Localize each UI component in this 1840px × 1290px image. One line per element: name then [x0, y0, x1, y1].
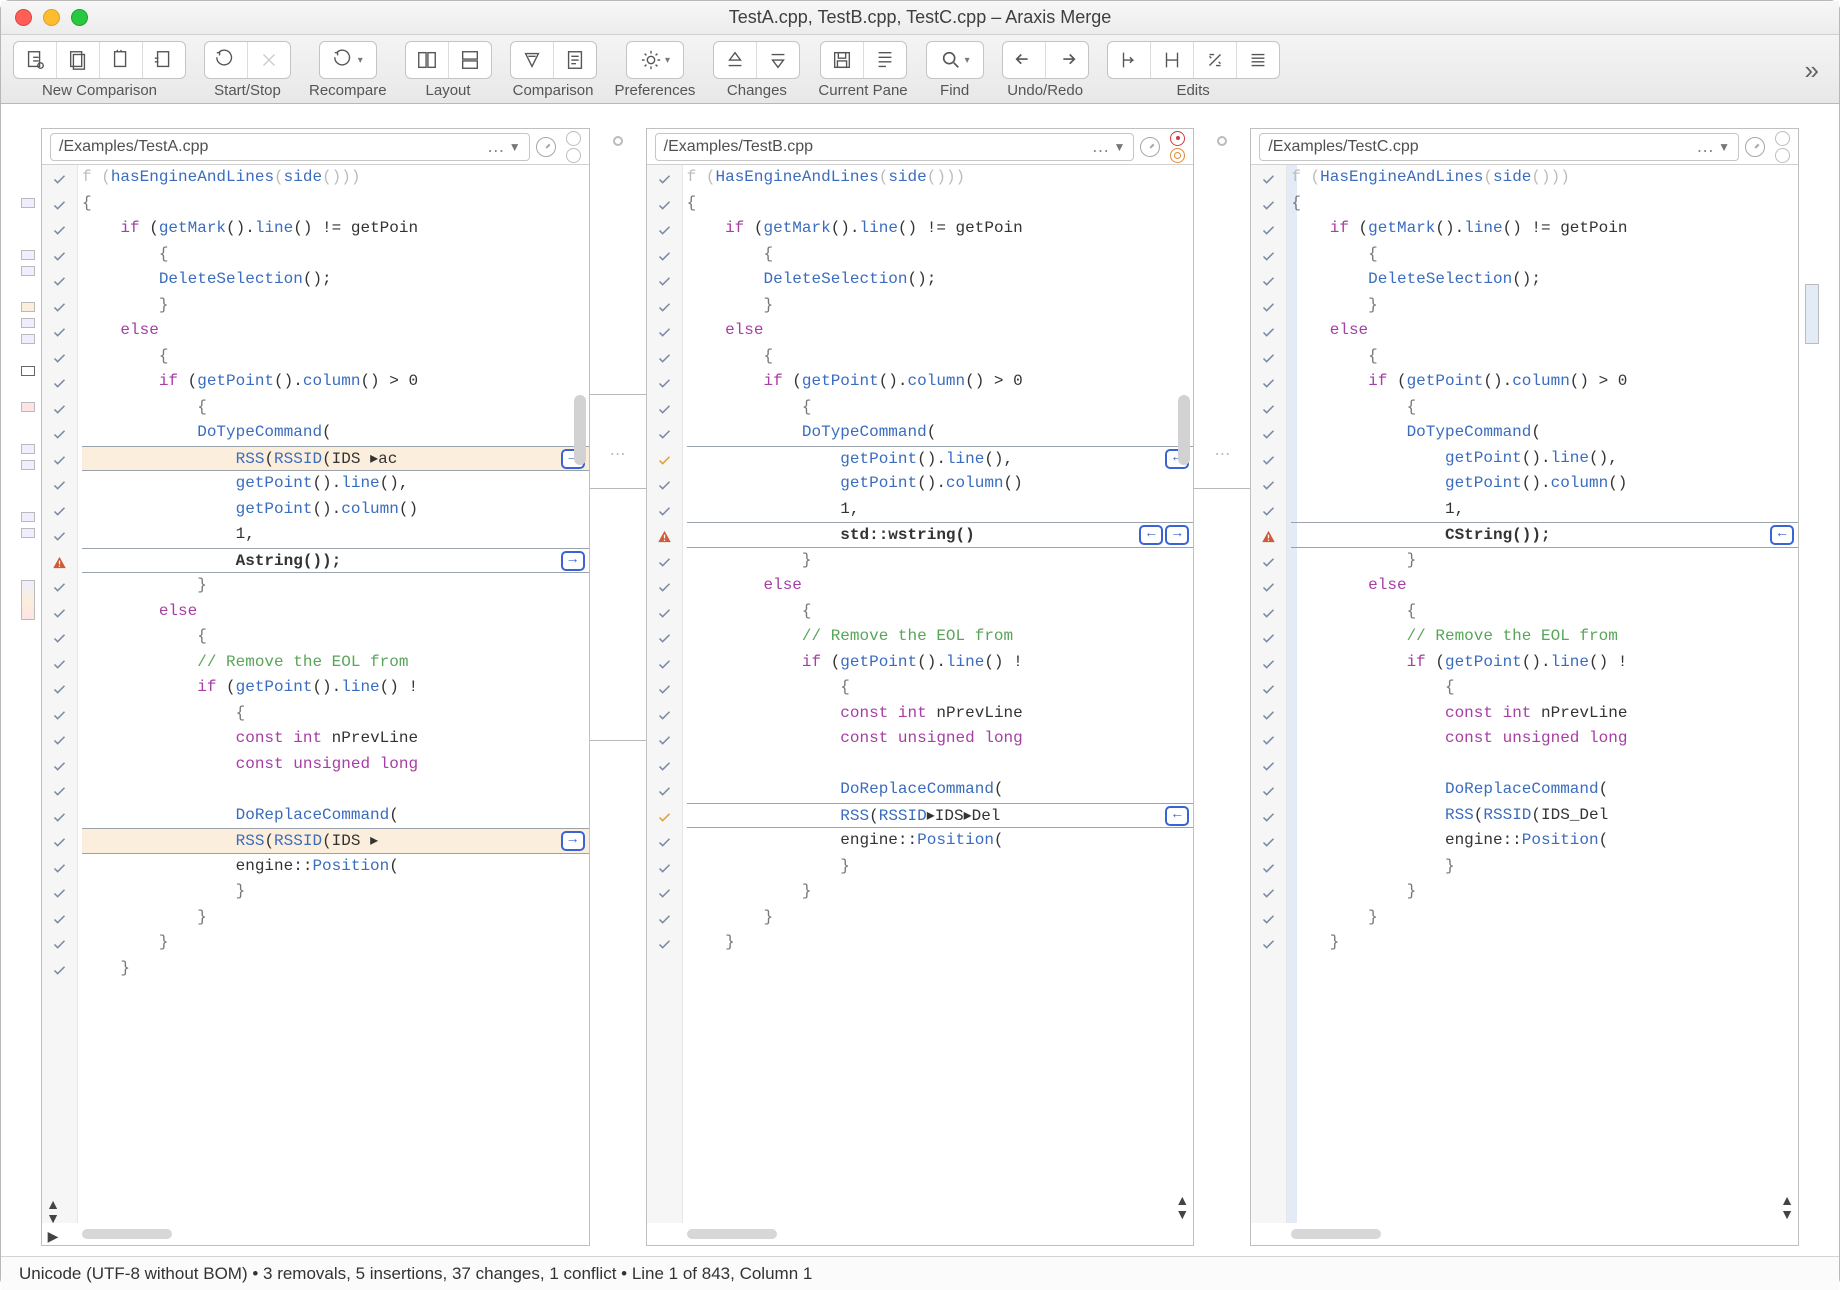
edits-3-button[interactable]: [1194, 42, 1237, 78]
history-icon[interactable]: [536, 137, 556, 157]
undo-button[interactable]: [1003, 42, 1046, 78]
link-dot-icon[interactable]: [1217, 136, 1227, 146]
ellipsis-icon[interactable]: …: [1087, 136, 1113, 157]
window-controls: [15, 9, 88, 26]
marker-empty-icon[interactable]: [1775, 131, 1790, 146]
pane-c-path-field[interactable]: /Examples/TestC.cpp … ▼: [1259, 133, 1739, 161]
prev-change-button[interactable]: [714, 42, 757, 78]
new-file-comparison-button[interactable]: [14, 42, 57, 78]
start-button[interactable]: [205, 42, 248, 78]
toolbar-overflow-icon[interactable]: »: [1805, 55, 1827, 86]
ellipsis-icon[interactable]: …: [483, 136, 509, 157]
title-bar: TestA.cpp, TestB.cpp, TestC.cpp – Araxis…: [1, 1, 1839, 35]
pane-b-editor[interactable]: f (HasEngineAndLines(side())){ if (getMa…: [647, 165, 1194, 1223]
marker-orange-icon[interactable]: [1170, 148, 1185, 163]
status-bar: Unicode (UTF-8 without BOM) • 3 removals…: [1, 1256, 1839, 1290]
left-overview-strip[interactable]: [15, 128, 41, 1246]
toolbar: New Comparison Start/Stop ▾ Recompare La…: [1, 35, 1839, 104]
pane-a-editor[interactable]: f (hasEngineAndLines(side())){ if (getMa…: [42, 165, 589, 1223]
marker-empty-icon[interactable]: [566, 131, 581, 146]
ellipsis-icon: ⋯: [1214, 444, 1230, 464]
pane-c: /Examples/TestC.cpp … ▼ f (HasEngineAndL…: [1250, 128, 1799, 1246]
pane-b: /Examples/TestB.cpp … ▼ f (HasEngineAndL…: [646, 128, 1195, 1246]
toolbar-label: Find: [940, 82, 969, 99]
pane-b-path-text: /Examples/TestB.cpp: [664, 138, 813, 156]
toolbar-label: Undo/Redo: [1007, 82, 1083, 99]
link-strip-ab: ⋯: [590, 128, 646, 1246]
new-text-comparison-button[interactable]: [143, 42, 185, 78]
pane-a-path-field[interactable]: /Examples/TestA.cpp … ▼: [50, 133, 530, 161]
pane-b-path-field[interactable]: /Examples/TestB.cpp … ▼: [655, 133, 1135, 161]
pane-c-path-text: /Examples/TestC.cpp: [1268, 138, 1418, 156]
horizontal-scrollbar[interactable]: [82, 1229, 172, 1239]
preferences-button[interactable]: ▾: [627, 42, 683, 78]
minimize-window-icon[interactable]: [43, 9, 60, 26]
comparison-summary-button[interactable]: [511, 42, 554, 78]
chevron-down-icon[interactable]: ▼: [1718, 140, 1730, 154]
ellipsis-icon: ⋯: [610, 444, 626, 464]
toolbar-label: Recompare: [309, 82, 387, 99]
toolbar-label: Preferences: [615, 82, 696, 99]
edits-1-button[interactable]: [1108, 42, 1151, 78]
pane-a-path-text: /Examples/TestA.cpp: [59, 138, 208, 156]
scroll-up-icon[interactable]: ▲: [46, 1197, 60, 1211]
horizontal-scrollbar[interactable]: [687, 1229, 777, 1239]
pane-a: /Examples/TestA.cpp … ▼ f (hasEngineAndL…: [41, 128, 590, 1246]
workspace: /Examples/TestA.cpp … ▼ f (hasEngineAndL…: [1, 104, 1839, 1256]
history-icon[interactable]: [1140, 137, 1160, 157]
horizontal-scrollbar[interactable]: [1291, 1229, 1381, 1239]
save-button[interactable]: [821, 42, 864, 78]
comparison-report-button[interactable]: [554, 42, 596, 78]
layout-horizontal-button[interactable]: [406, 42, 449, 78]
edit-button[interactable]: [864, 42, 906, 78]
stop-button[interactable]: [248, 42, 290, 78]
toolbar-label: Start/Stop: [214, 82, 281, 99]
pane-c-editor[interactable]: f (HasEngineAndLines(side())){ if (getMa…: [1251, 165, 1798, 1223]
history-icon[interactable]: [1745, 137, 1765, 157]
right-overview-strip[interactable]: [1799, 128, 1825, 1246]
ellipsis-icon[interactable]: …: [1692, 136, 1718, 157]
marker-empty-icon[interactable]: [566, 148, 581, 163]
pane-c-gutter: [1251, 165, 1287, 1223]
status-text: Unicode (UTF-8 without BOM) • 3 removals…: [19, 1264, 812, 1284]
layout-vertical-button[interactable]: [449, 42, 491, 78]
close-window-icon[interactable]: [15, 9, 32, 26]
new-3way-comparison-button[interactable]: [100, 42, 143, 78]
next-change-button[interactable]: [757, 42, 799, 78]
marker-red-icon[interactable]: [1170, 131, 1185, 146]
toolbar-label: Comparison: [513, 82, 594, 99]
recompare-button[interactable]: ▾: [320, 42, 376, 78]
toolbar-group-new-comparison: New Comparison: [13, 41, 186, 99]
chevron-down-icon[interactable]: ▼: [509, 140, 521, 154]
find-button[interactable]: ▾: [927, 42, 983, 78]
toolbar-label: Layout: [426, 82, 471, 99]
scroll-down-icon[interactable]: ▼: [46, 1211, 60, 1225]
play-icon[interactable]: ▶: [48, 1229, 59, 1243]
merge-left-button[interactable]: ←: [1139, 525, 1163, 545]
toolbar-label: Current Pane: [818, 82, 907, 99]
scroll-down-icon[interactable]: ▼: [1780, 1207, 1794, 1221]
toolbar-label: New Comparison: [42, 82, 157, 99]
link-strip-bc: ⋯: [1194, 128, 1250, 1246]
edits-4-button[interactable]: [1237, 42, 1279, 78]
marker-empty-icon[interactable]: [1775, 148, 1790, 163]
redo-button[interactable]: [1046, 42, 1088, 78]
zoom-window-icon[interactable]: [71, 9, 88, 26]
chevron-down-icon[interactable]: ▼: [1113, 140, 1125, 154]
toolbar-label: Changes: [727, 82, 787, 99]
toolbar-label: Edits: [1176, 82, 1209, 99]
edits-2-button[interactable]: [1151, 42, 1194, 78]
new-folder-comparison-button[interactable]: [57, 42, 100, 78]
pane-b-gutter: [647, 165, 683, 1223]
scroll-up-icon[interactable]: ▲: [1780, 1193, 1794, 1207]
window-title: TestA.cpp, TestB.cpp, TestC.cpp – Araxis…: [729, 7, 1112, 28]
link-dot-icon[interactable]: [613, 136, 623, 146]
